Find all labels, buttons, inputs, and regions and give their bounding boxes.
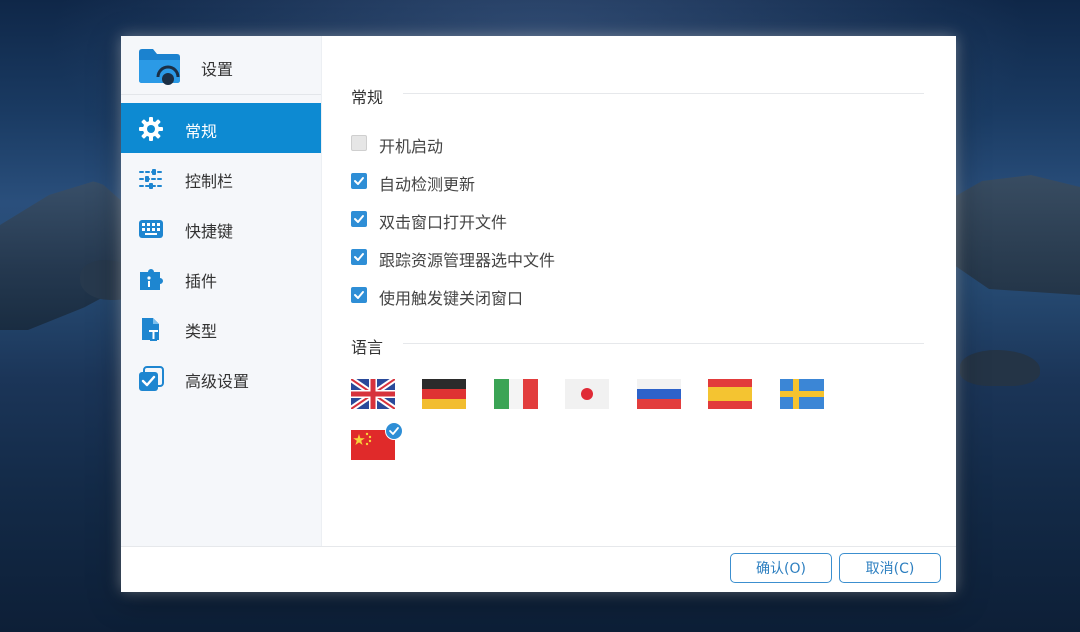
china-flag[interactable] [351, 422, 403, 460]
app-title: 设置 [201, 60, 234, 79]
ok-button[interactable]: 确认(O) [730, 553, 832, 583]
section-title-language: 语言 [351, 334, 394, 358]
settings-content: 常规 开机启动 自动检测更新 双击窗口打开文件 跟踪资源管理器选中文件 使用触发… [321, 36, 956, 546]
checkbox-checked[interactable] [351, 173, 367, 189]
sidebar-item-label: 高级设置 [185, 372, 250, 391]
checkbox-checked[interactable] [351, 249, 367, 265]
sidebar-item-plugins[interactable]: 插件 [121, 253, 321, 303]
sweden-flag[interactable] [780, 379, 824, 409]
checkbox-checked[interactable] [351, 211, 367, 227]
sidebar-nav: 常规 控制栏 快捷键 插件 类型 高级设置 [121, 103, 321, 403]
sidebar-item-advanced[interactable]: 高级设置 [121, 353, 321, 403]
desktop-hill-left [0, 180, 140, 330]
plugin-icon [138, 266, 164, 292]
sidebar-item-control-bar[interactable]: 控制栏 [121, 153, 321, 203]
option-label: 开机启动 [379, 137, 444, 156]
divider [403, 93, 924, 94]
option-label: 使用触发键关闭窗口 [379, 289, 524, 308]
desktop-hill-right [940, 175, 1080, 295]
sidebar: 设置 常规 控制栏 快捷键 插件 类型 高级设置 [121, 36, 322, 546]
sidebar-item-types[interactable]: 类型 [121, 303, 321, 353]
app-logo-icon [137, 46, 183, 86]
selected-check-icon [385, 422, 403, 440]
option-label: 自动检测更新 [379, 175, 476, 194]
sidebar-header: 设置 [121, 36, 321, 95]
checkbox-checked[interactable] [351, 287, 367, 303]
sliders-icon [138, 166, 164, 192]
sidebar-item-label: 常规 [185, 122, 218, 141]
sidebar-item-shortcuts[interactable]: 快捷键 [121, 203, 321, 253]
sidebar-item-label: 控制栏 [185, 172, 234, 191]
spain-flag[interactable] [708, 379, 752, 409]
option-label: 双击窗口打开文件 [379, 213, 508, 232]
checkbox-unchecked[interactable] [351, 135, 367, 151]
sidebar-item-label: 插件 [185, 272, 218, 291]
sidebar-item-label: 类型 [185, 322, 218, 341]
sidebar-item-general[interactable]: 常规 [121, 103, 321, 153]
file-type-icon [138, 316, 164, 342]
divider [403, 343, 924, 344]
japan-flag[interactable] [565, 379, 609, 409]
dialog-footer: 确认(O) 取消(C) [121, 546, 956, 592]
desktop-rock-right [960, 350, 1040, 386]
settings-dialog: 设置 常规 控制栏 快捷键 插件 类型 高级设置 常规 开机启动 自动检测更新 … [121, 36, 956, 592]
section-title-general: 常规 [351, 84, 394, 108]
keyboard-icon [138, 216, 164, 242]
cancel-button[interactable]: 取消(C) [839, 553, 941, 583]
germany-flag[interactable] [422, 379, 466, 409]
uk-flag[interactable] [351, 379, 395, 409]
sidebar-item-label: 快捷键 [185, 222, 234, 241]
option-label: 跟踪资源管理器选中文件 [379, 251, 556, 270]
gear-icon [138, 116, 164, 142]
italy-flag[interactable] [494, 379, 538, 409]
advanced-settings-icon [138, 366, 164, 392]
russia-flag[interactable] [637, 379, 681, 409]
